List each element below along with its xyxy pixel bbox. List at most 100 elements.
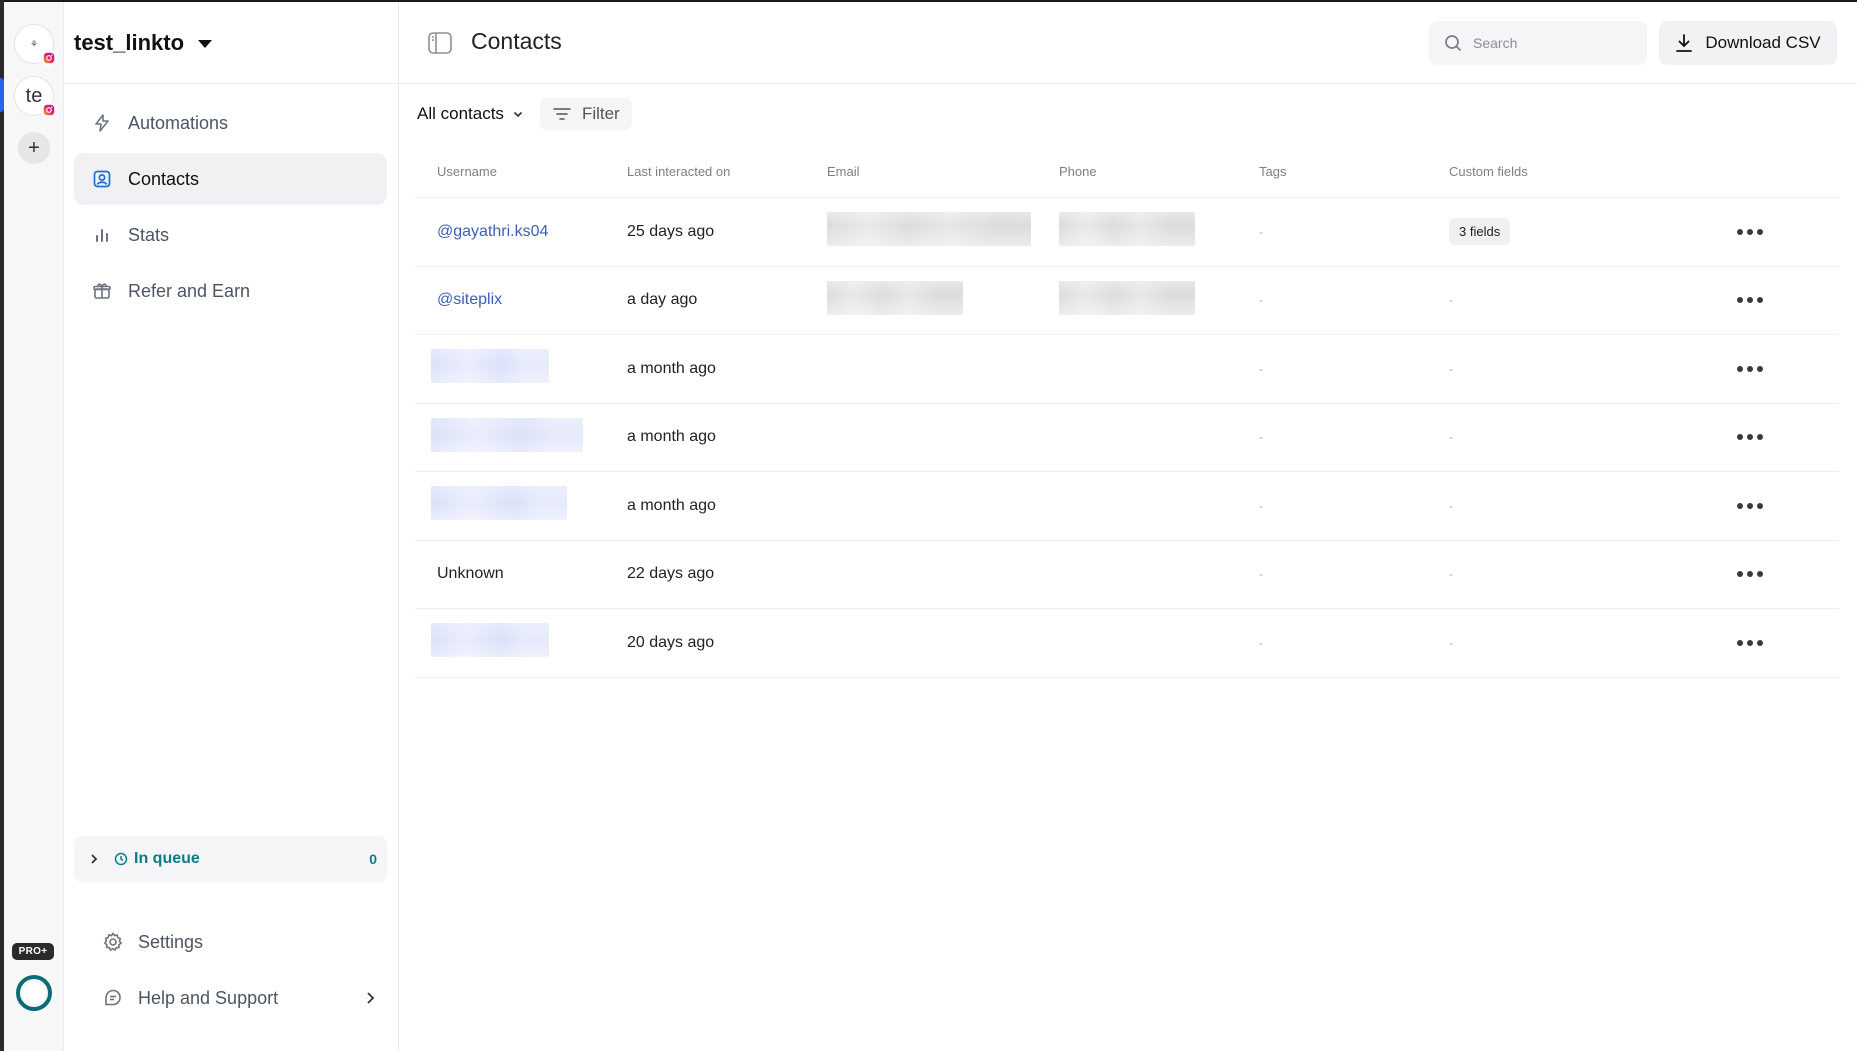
sidebar-item-settings[interactable]: Settings [84,914,384,970]
more-options-icon[interactable] [1731,291,1769,309]
lightning-icon [92,113,112,133]
search-box[interactable] [1429,21,1647,65]
sidebar-item-stats[interactable]: Stats [74,209,387,261]
filter-label: Filter [581,104,620,123]
contacts-table: Username Last interacted on Email Phone … [415,146,1839,678]
help-chat-icon [105,989,121,1006]
chevron-right-icon [91,854,98,864]
gift-icon [92,281,112,301]
sidebar-item-contacts[interactable]: Contacts [74,153,387,205]
more-options-icon[interactable] [1731,360,1769,378]
custom-fields-badge[interactable]: 3 fields [1449,218,1511,246]
table-row[interactable]: 20 days ago - - [415,609,1839,678]
redacted-email [827,212,1031,247]
page-title: Contacts [471,28,562,54]
table-row[interactable]: a month ago - - [415,335,1839,404]
top-bar: Contacts Download CSV [399,2,1857,84]
column-header-tags[interactable]: Tags [1259,164,1449,179]
download-csv-button[interactable]: Download CSV [1659,21,1837,65]
tags-value: - [1259,293,1263,308]
table-row[interactable]: a month ago - - [415,472,1839,541]
active-account-indicator [0,78,4,112]
sidebar-item-label: Stats [128,224,170,245]
column-header-custom-fields[interactable]: Custom fields [1449,164,1707,179]
table-row[interactable]: Unknown 22 days ago - - [415,541,1839,609]
app-logo-icon [16,975,52,1011]
sidebar-item-label: Refer and Earn [128,280,251,301]
column-header-username[interactable]: Username [415,164,627,179]
custom-fields-value: - [1449,361,1453,376]
custom-fields-value: - [1449,635,1453,650]
username-link[interactable]: @siteplix [437,291,502,308]
tags-value: - [1259,567,1263,582]
instagram-icon [41,102,57,118]
account-avatar-1[interactable]: ⚘ [14,24,57,66]
tags-value: - [1259,361,1263,376]
view-select[interactable]: All contacts [415,104,526,124]
sidebar-nav: Automations Contacts Stats Refer and Ear… [74,97,387,321]
account-logo-text: ⚘ [29,38,39,49]
clock-icon [114,852,128,866]
in-queue-count: 0 [369,851,377,867]
sidebar-item-refer[interactable]: Refer and Earn [74,265,387,317]
tags-value: - [1259,224,1263,239]
sidebar-toggle-icon[interactable] [427,31,453,55]
in-queue-panel[interactable]: In queue 0 [74,836,387,882]
caret-down-icon [198,39,213,48]
custom-fields-value: - [1449,430,1453,445]
more-options-icon[interactable] [1731,428,1769,446]
sidebar: test_linkto Automations Contacts Stats R… [64,2,399,1051]
table-row[interactable]: @gayathri.ks04 25 days ago - 3 fields [415,198,1839,267]
sidebar-item-label: Settings [138,931,204,952]
last-interacted: a month ago [627,428,716,446]
column-header-last-interacted[interactable]: Last interacted on [627,164,827,179]
more-options-icon[interactable] [1731,223,1769,241]
redacted-phone [1059,212,1195,247]
username-link[interactable]: @gayathri.ks04 [437,223,548,240]
workspace-switcher[interactable]: test_linkto [64,2,399,84]
table-row[interactable]: a month ago - - [415,404,1839,472]
sidebar-item-automations[interactable]: Automations [74,97,387,149]
last-interacted: 22 days ago [627,565,715,583]
workspace-name: test_linkto [74,29,185,55]
download-icon [1676,34,1693,52]
custom-fields-value: - [1449,567,1453,582]
tags-value: - [1259,498,1263,513]
plan-badge: PRO+ [12,943,54,960]
account-avatar-2[interactable]: te [14,76,57,118]
redacted-phone [1059,280,1195,315]
column-header-email[interactable]: Email [827,164,1059,179]
filter-icon [553,108,571,120]
redacted-username [431,486,567,521]
in-queue-label: In queue [114,850,200,868]
add-account-button[interactable]: + [18,132,50,164]
last-interacted: 20 days ago [627,633,715,651]
search-input[interactable] [1473,35,1623,51]
download-csv-label: Download CSV [1705,33,1821,52]
last-interacted: a day ago [627,291,698,309]
bar-chart-icon [92,225,112,245]
redacted-username [431,623,549,658]
sidebar-item-label: Automations [128,112,229,133]
column-header-phone[interactable]: Phone [1059,164,1259,179]
sidebar-item-help[interactable]: Help and Support [84,970,384,1026]
custom-fields-value: - [1449,293,1453,308]
view-select-label: All contacts [417,104,504,123]
chevron-right-icon [367,992,375,1004]
sidebar-bottom-nav: Settings Help and Support [84,914,384,1026]
more-options-icon[interactable] [1731,497,1769,515]
tags-value: - [1259,635,1263,650]
username-text: Unknown [437,565,504,583]
gear-icon [103,932,123,952]
more-options-icon[interactable] [1731,565,1769,583]
table-row[interactable]: @siteplix a day ago - - [415,267,1839,335]
filter-button[interactable]: Filter [539,98,632,130]
instagram-icon [41,50,57,66]
redacted-email [827,280,963,315]
table-header: Username Last interacted on Email Phone … [415,146,1839,198]
redacted-username [431,349,549,384]
filter-row: All contacts Filter [415,97,632,131]
redacted-username [431,417,583,452]
more-options-icon[interactable] [1731,634,1769,652]
main-content: Contacts Download CSV All contacts Filte… [399,2,1857,1051]
